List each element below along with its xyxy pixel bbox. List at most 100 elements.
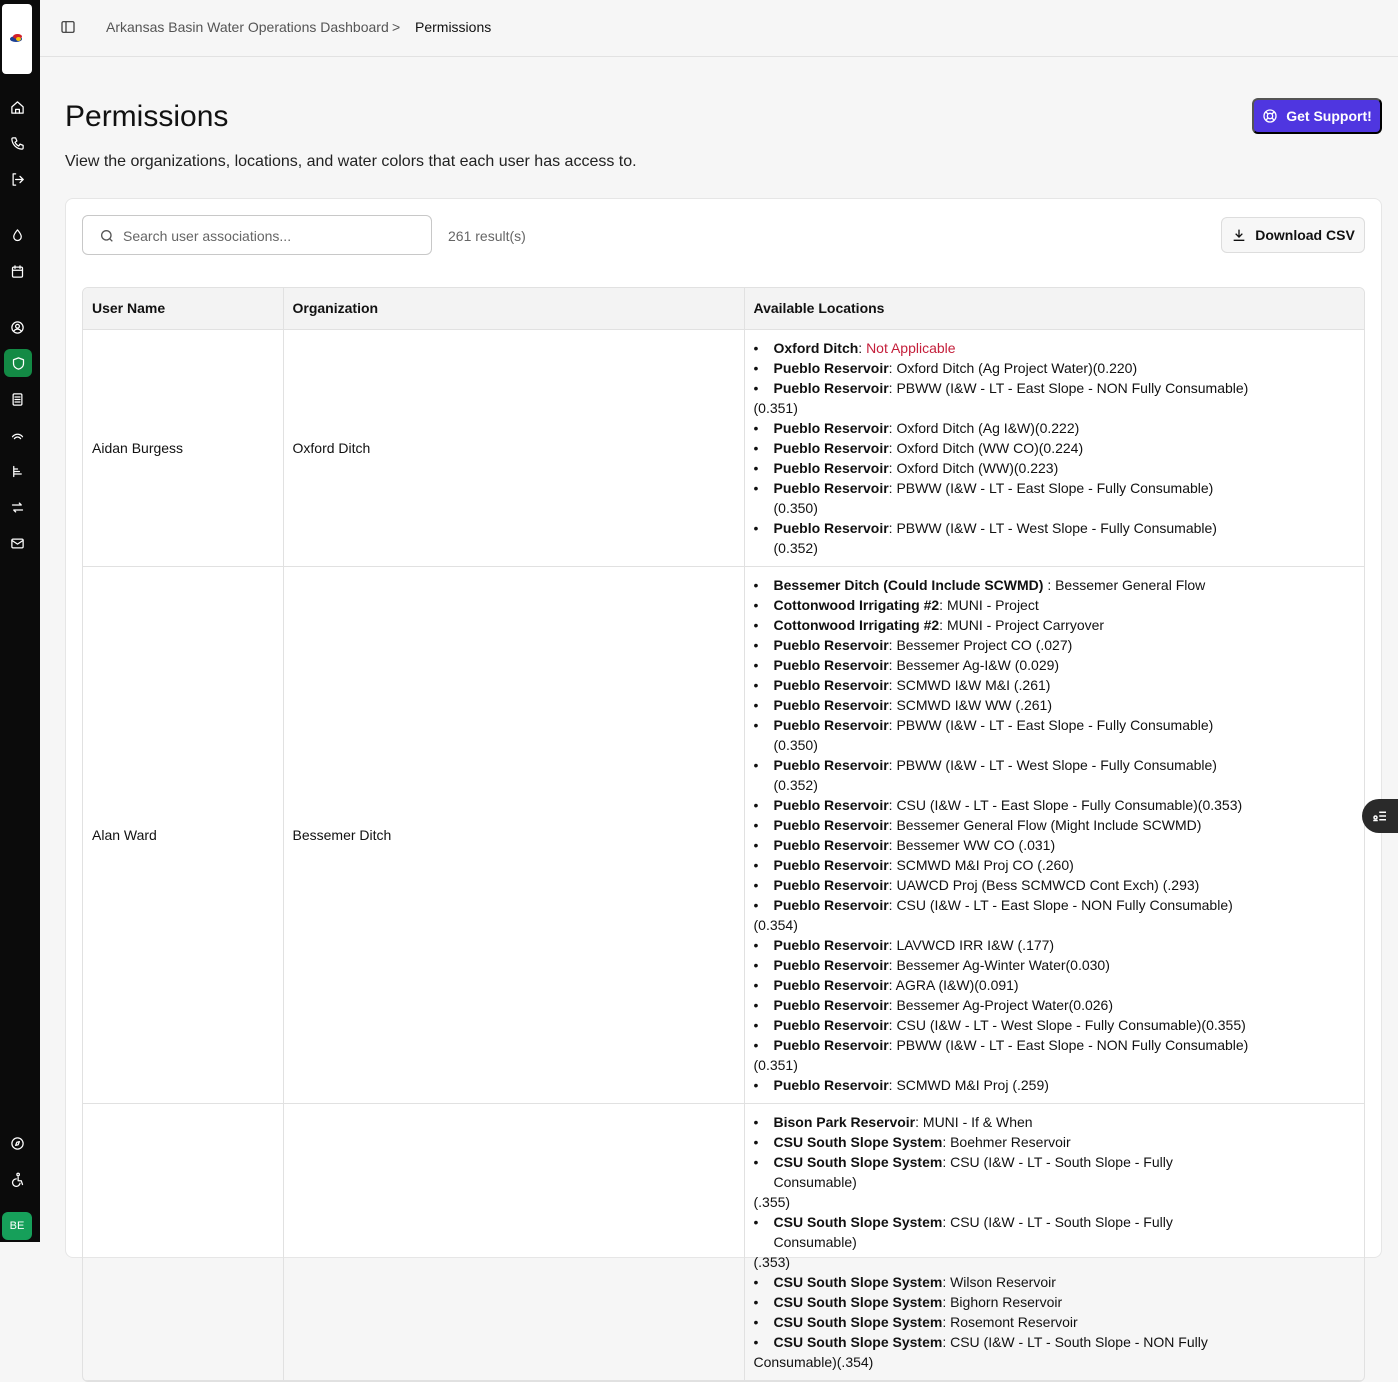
- location-name: Pueblo Reservoir: [773, 836, 889, 853]
- search-icon: [101, 230, 113, 242]
- location-name: Pueblo Reservoir: [773, 459, 889, 476]
- location-separator: :: [942, 1213, 951, 1230]
- mail-icon[interactable]: [7, 533, 27, 553]
- avatar[interactable]: BE: [2, 1212, 32, 1240]
- location-name: Cottonwood Irrigating #2: [773, 596, 940, 613]
- dam-icon[interactable]: [7, 461, 27, 481]
- location-separator: :: [1047, 576, 1056, 593]
- home-icon[interactable]: [7, 97, 27, 117]
- location-name: Pueblo Reservoir: [773, 519, 889, 536]
- location-item: Pueblo Reservoir: Bessemer Ag-Project Wa…: [754, 995, 1254, 1015]
- water-color: Bessemer General Flow: [1055, 576, 1206, 593]
- location-name: Pueblo Reservoir: [773, 379, 889, 396]
- location-separator: :: [942, 1133, 951, 1150]
- location-name: CSU South Slope System: [773, 1133, 943, 1150]
- water-color-continued: (0.351): [753, 399, 798, 416]
- header-user-name[interactable]: User Name: [83, 288, 284, 330]
- water-color: Bighorn Reservoir: [950, 1293, 1063, 1310]
- logout-icon[interactable]: [7, 169, 27, 189]
- cell-organization: Bessemer Ditch: [283, 566, 745, 1104]
- water-color: Bessemer Ag-Project Water(0.026): [896, 996, 1113, 1013]
- location-name: Pueblo Reservoir: [773, 976, 889, 993]
- location-name: Pueblo Reservoir: [773, 956, 889, 973]
- location-name: Pueblo Reservoir: [773, 936, 889, 953]
- location-item: Pueblo Reservoir: Bessemer General Flow …: [754, 815, 1254, 835]
- signal-icon[interactable]: [7, 425, 27, 445]
- location-item: Pueblo Reservoir: PBWW (I&W - LT - East …: [754, 378, 1254, 418]
- user-circle-icon[interactable]: [7, 317, 27, 337]
- water-color: LAVWCD IRR I&W (.177): [896, 936, 1055, 953]
- location-name: Pueblo Reservoir: [773, 359, 889, 376]
- header-available-locations[interactable]: Available Locations: [744, 288, 1364, 330]
- search-input[interactable]: [123, 224, 413, 248]
- location-item: Bison Park Reservoir: MUNI - If & When: [754, 1112, 1254, 1132]
- table-row[interactable]: Alan WardBessemer Ditch Bessemer Ditch (C…: [83, 566, 1364, 1104]
- colorado-logo-icon: [10, 34, 24, 44]
- location-separator: :: [939, 596, 947, 613]
- location-name: Pueblo Reservoir: [773, 1016, 889, 1033]
- water-color: SCMWD M&I Proj CO (.260): [896, 856, 1074, 873]
- accessibility-icon[interactable]: [7, 1169, 27, 1189]
- sidebar: BE: [0, 0, 40, 1242]
- floating-menu-button[interactable]: [1362, 799, 1398, 833]
- download-icon: [1233, 229, 1245, 241]
- location-item: Pueblo Reservoir: SCMWD M&I Proj CO (.26…: [754, 855, 1254, 875]
- table-body: Aidan BurgessOxford DitchOxford Ditch: N…: [83, 329, 1364, 1381]
- document-stack-icon[interactable]: [7, 389, 27, 409]
- water-color: MUNI - If & When: [922, 1113, 1033, 1130]
- location-name: CSU South Slope System: [773, 1153, 943, 1170]
- download-csv-label: Download CSV: [1255, 227, 1355, 243]
- location-name: Pueblo Reservoir: [773, 796, 889, 813]
- location-item: Pueblo Reservoir: AGRA (I&W)(0.091): [754, 975, 1254, 995]
- search-box[interactable]: [82, 215, 432, 255]
- shield-icon[interactable]: [4, 349, 32, 377]
- table-row[interactable]: Aidan BurgessOxford DitchOxford Ditch: N…: [83, 329, 1364, 567]
- water-color: SCMWD I&W M&I (.261): [896, 676, 1051, 693]
- location-item: CSU South Slope System: CSU (I&W - LT - …: [754, 1332, 1254, 1372]
- cell-available-locations: Bessemer Ditch (Could Include SCWMD) : B…: [744, 566, 1364, 1104]
- location-name: Bison Park Reservoir: [773, 1113, 916, 1130]
- location-separator: :: [942, 1293, 951, 1310]
- location-name: Pueblo Reservoir: [773, 439, 889, 456]
- location-item: Oxford Ditch: Not Applicable: [754, 338, 1254, 358]
- water-color-continued: (.353): [753, 1253, 791, 1270]
- location-name: CSU South Slope System: [773, 1213, 943, 1230]
- location-item: Bessemer Ditch (Could Include SCWMD) : B…: [754, 575, 1254, 595]
- result-count: 261 result(s): [448, 228, 526, 244]
- water-color-continued: (0.351): [753, 1056, 798, 1073]
- location-item: CSU South Slope System: CSU (I&W - LT - …: [754, 1152, 1254, 1212]
- water-color: Oxford Ditch (Ag I&W)(0.222): [896, 419, 1080, 436]
- location-name: Pueblo Reservoir: [773, 636, 889, 653]
- location-item: Pueblo Reservoir: SCMWD I&W WW (.261): [754, 695, 1254, 715]
- water-color: MUNI - Project: [946, 596, 1039, 613]
- transfer-icon[interactable]: [7, 497, 27, 517]
- water-color: Bessemer Ag-Winter Water(0.030): [896, 956, 1110, 973]
- location-separator: :: [915, 1113, 923, 1130]
- cell-available-locations: Oxford Ditch: Not ApplicablePueblo Reser…: [744, 329, 1364, 567]
- cell-user-name: Alan Ward: [83, 566, 284, 1104]
- droplet-icon[interactable]: [7, 225, 27, 245]
- sidebar-toggle-icon[interactable]: [60, 19, 76, 35]
- location-item: Pueblo Reservoir: Oxford Ditch (WW)(0.22…: [754, 458, 1254, 478]
- phone-icon[interactable]: [7, 133, 27, 153]
- location-separator: :: [939, 616, 947, 633]
- calendar-icon[interactable]: [7, 261, 27, 281]
- header-organization[interactable]: Organization: [283, 288, 745, 330]
- water-color: Wilson Reservoir: [950, 1273, 1056, 1290]
- location-name: Bessemer Ditch (Could Include SCWMD): [773, 576, 1048, 593]
- location-name: Pueblo Reservoir: [773, 816, 889, 833]
- location-item: Pueblo Reservoir: SCMWD M&I Proj (.259): [754, 1075, 1254, 1095]
- compass-icon[interactable]: [7, 1133, 27, 1153]
- location-separator: :: [888, 976, 896, 993]
- location-item: Pueblo Reservoir: UAWCD Proj (Bess SCMWC…: [754, 875, 1254, 895]
- location-name: Pueblo Reservoir: [773, 876, 889, 893]
- download-csv-button[interactable]: Download CSV: [1221, 217, 1365, 253]
- get-support-label: Get Support!: [1286, 108, 1372, 124]
- app-logo[interactable]: [2, 4, 32, 74]
- get-support-button[interactable]: Get Support!: [1252, 98, 1382, 134]
- water-color: SCMWD M&I Proj (.259): [896, 1076, 1049, 1093]
- location-name: Pueblo Reservoir: [773, 996, 889, 1013]
- top-bar: Arkansas Basin Water Operations Dashboar…: [40, 0, 1398, 57]
- breadcrumb-root[interactable]: Arkansas Basin Water Operations Dashboar…: [106, 19, 389, 35]
- cell-organization: Oxford Ditch: [283, 329, 745, 567]
